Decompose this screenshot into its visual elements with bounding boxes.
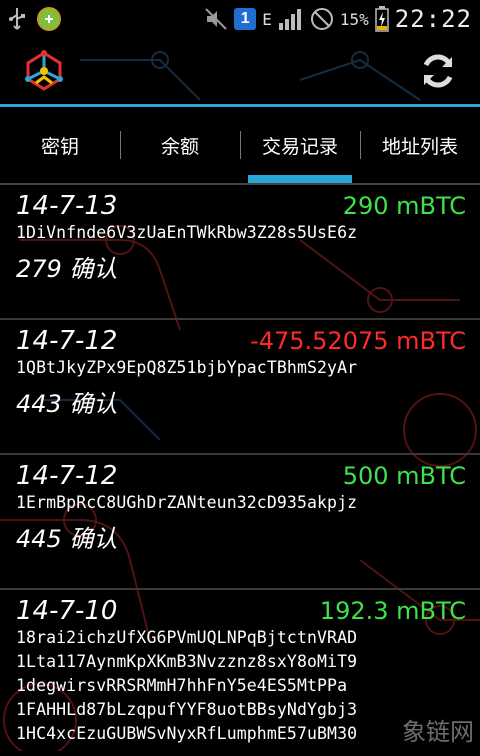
clock: 22:22 bbox=[394, 5, 472, 33]
no-sim-icon bbox=[310, 7, 334, 31]
transaction-list: 14-7-13 290 mBTC 1DiVnfnde6V3zUaEnTWkRbw… bbox=[0, 185, 480, 756]
usb-icon bbox=[8, 7, 26, 31]
battery-percent: 15% bbox=[339, 9, 369, 29]
transaction-confirmations: 279 确认 bbox=[16, 255, 118, 283]
transaction-date: 14-7-12 bbox=[16, 461, 118, 491]
transaction-date: 14-7-10 bbox=[16, 596, 118, 626]
transaction-amount: 192.3 mBTC bbox=[319, 597, 466, 625]
network-type-label: E bbox=[262, 9, 272, 29]
transaction-date: 14-7-12 bbox=[16, 326, 118, 356]
tab-bar: 密钥 余额 交易记录 地址列表 bbox=[0, 107, 480, 185]
transaction-confirmations: 445 确认 bbox=[16, 525, 118, 553]
transaction-confirmations: 443 确认 bbox=[16, 390, 118, 418]
transaction-item[interactable]: 14-7-12 500 mBTC 1ErmBpRcC8UGhDrZANteun3… bbox=[0, 455, 480, 590]
watermark-logo: 象链网 bbox=[402, 718, 474, 746]
transaction-amount: 290 mBTC bbox=[342, 192, 466, 220]
transaction-address: 1degwirsvRRSRMmH7hhFnY5e4ES5MtPPa bbox=[16, 676, 348, 695]
transaction-item[interactable]: 14-7-12 -475.52075 mBTC 1QBtJkyZPx9EpQ8Z… bbox=[0, 320, 480, 455]
mute-icon bbox=[204, 7, 228, 31]
tab-balance[interactable]: 余额 bbox=[120, 107, 240, 183]
tab-keys[interactable]: 密钥 bbox=[0, 107, 120, 183]
transaction-address: 18rai2ichzUfXG6PVmUQLNPqBjtctnVRAD bbox=[16, 628, 358, 647]
tab-address-list[interactable]: 地址列表 bbox=[360, 107, 480, 183]
transaction-date: 14-7-13 bbox=[16, 191, 118, 221]
battery-charging-icon bbox=[375, 6, 389, 32]
transaction-item[interactable]: 14-7-13 290 mBTC 1DiVnfnde6V3zUaEnTWkRbw… bbox=[0, 185, 480, 320]
status-bar: 1 E 15% 22:22 bbox=[0, 0, 480, 38]
transaction-address: 1Lta117AynmKpXKmB3Nvzznz8sxY8oMiT9 bbox=[16, 652, 358, 671]
app-bar bbox=[0, 38, 480, 107]
signal-icon bbox=[278, 7, 304, 31]
tab-transactions[interactable]: 交易记录 bbox=[240, 107, 360, 183]
data-arrows-icon: E bbox=[262, 10, 272, 29]
transaction-address: 1HC4xcEzuGUBWSvNyxRfLumphmE57uBM30 bbox=[16, 724, 358, 743]
transaction-address: 1FAHHLd87bLzqpufYYF8uotBBsyNdYgbj3 bbox=[16, 700, 358, 719]
refresh-icon[interactable] bbox=[416, 49, 460, 93]
transaction-amount: -475.52075 mBTC bbox=[250, 327, 466, 355]
sim-icon: 1 bbox=[234, 8, 257, 30]
transaction-address: 1ErmBpRcC8UGhDrZANteun32cD935akpjz bbox=[16, 493, 358, 512]
transaction-address: 1QBtJkyZPx9EpQ8Z51bjbYpacTBhmS2yAr bbox=[16, 358, 358, 377]
transaction-address: 1DiVnfnde6V3zUaEnTWkRbw3Z28s5UsE6z bbox=[16, 223, 358, 242]
app-notification-icon bbox=[36, 6, 62, 32]
transaction-amount: 500 mBTC bbox=[342, 462, 466, 490]
bitcoin-wallet-logo-icon bbox=[25, 50, 63, 91]
